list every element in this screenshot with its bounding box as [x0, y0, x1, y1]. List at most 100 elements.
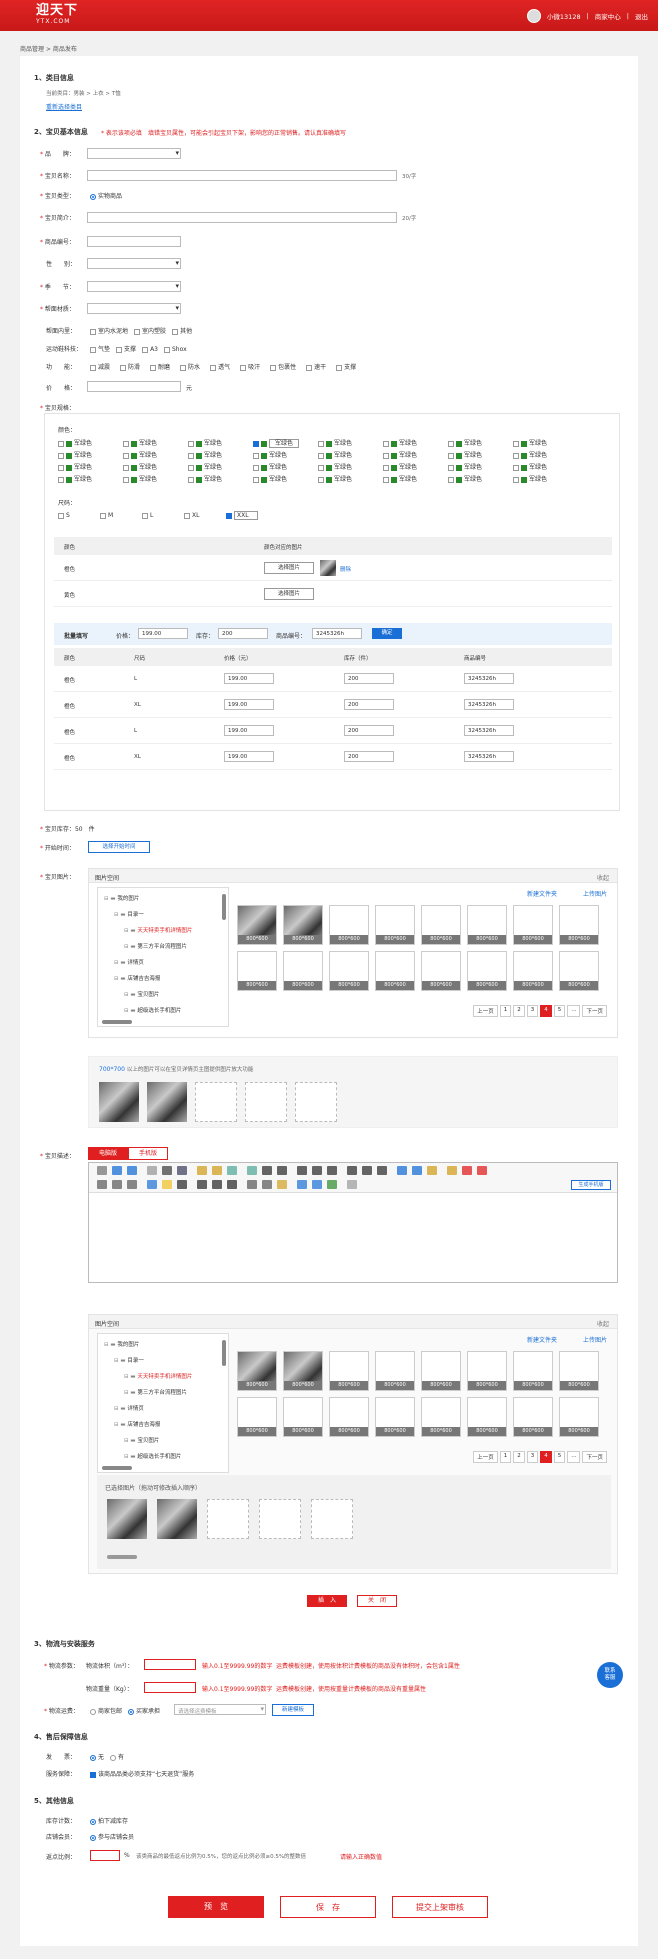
tree-node[interactable]: ⊟ ▬ 店铺吉吉海报: [114, 1420, 160, 1428]
gallery-thumb[interactable]: 800*600: [421, 1397, 461, 1437]
gallery-thumb[interactable]: 800*600: [559, 951, 599, 991]
gallery-thumb[interactable]: 800*600: [329, 1351, 369, 1391]
brand-select[interactable]: [87, 148, 181, 159]
color-checkbox[interactable]: [383, 464, 389, 471]
gallery-thumb[interactable]: 800*600: [375, 951, 415, 991]
color-option[interactable]: 军绿色: [123, 474, 157, 483]
toolbar-icon[interactable]: [312, 1166, 322, 1175]
page-link[interactable]: 5: [553, 1451, 566, 1463]
gallery-thumb[interactable]: 800*600: [513, 1351, 553, 1391]
size-option[interactable]: XXL: [226, 511, 258, 520]
color-checkbox[interactable]: [253, 464, 259, 471]
tree-node[interactable]: ⊟ ▬ 宝贝图片: [124, 1436, 159, 1444]
gallery-thumb[interactable]: 800*600: [421, 951, 461, 991]
empty-slot[interactable]: [207, 1499, 249, 1539]
color-option[interactable]: 军绿色: [513, 450, 547, 459]
toolbar-icon[interactable]: [212, 1166, 222, 1175]
color-checkbox[interactable]: [448, 464, 454, 471]
color-option[interactable]: 军绿色: [448, 474, 482, 483]
toolbar-icon[interactable]: [262, 1166, 272, 1175]
toolbar-icon[interactable]: [147, 1166, 157, 1175]
color-checkbox[interactable]: [58, 452, 64, 459]
func-cb-6[interactable]: [240, 364, 247, 371]
color-checkbox[interactable]: [123, 440, 129, 447]
color-checkbox[interactable]: [448, 476, 454, 483]
size-checkbox[interactable]: [58, 512, 64, 519]
color-option[interactable]: 军绿色: [383, 462, 417, 471]
color-checkbox[interactable]: [188, 464, 194, 471]
gallery-thumb[interactable]: 800*600: [467, 1397, 507, 1437]
gallery-thumb[interactable]: 800*600: [513, 905, 553, 945]
color-checkbox[interactable]: [513, 452, 519, 459]
empty-slot[interactable]: [195, 1082, 237, 1122]
choose-pic-button[interactable]: 选择图片: [264, 562, 314, 574]
toolbar-icon[interactable]: [127, 1180, 137, 1189]
delete-link[interactable]: 删除: [340, 565, 351, 573]
color-option[interactable]: 军绿色: [253, 462, 287, 471]
size-checkbox[interactable]: [184, 512, 190, 519]
type-radio[interactable]: [90, 193, 96, 200]
tree-node[interactable]: ⊟ ▬ 超级选长手机图片: [124, 1006, 181, 1014]
batch-confirm-button[interactable]: 确定: [372, 628, 402, 639]
page-link[interactable]: 3: [526, 1005, 539, 1017]
service-checkbox[interactable]: [90, 1771, 96, 1778]
color-checkbox[interactable]: [513, 464, 519, 471]
empty-slot[interactable]: [295, 1082, 337, 1122]
toolbar-icon[interactable]: [127, 1166, 137, 1175]
free-ship-radio[interactable]: [90, 1708, 96, 1715]
close-button[interactable]: 关 闭: [357, 1595, 397, 1607]
sku-input[interactable]: 3245326h: [464, 725, 514, 736]
sku-input[interactable]: 3245326h: [464, 673, 514, 684]
toolbar-icon[interactable]: [197, 1180, 207, 1189]
color-checkbox[interactable]: [123, 452, 129, 459]
member-radio[interactable]: [90, 1834, 96, 1841]
toolbar-icon[interactable]: [162, 1180, 172, 1189]
tree-scrollbar[interactable]: [222, 894, 226, 920]
empty-slot[interactable]: [259, 1499, 301, 1539]
color-checkbox[interactable]: [58, 464, 64, 471]
buyer-pays-radio[interactable]: [128, 1708, 135, 1715]
rebate-input[interactable]: [90, 1850, 120, 1861]
choose-time-button[interactable]: 选择开始时间: [88, 841, 150, 853]
sku-input[interactable]: 199.00: [224, 725, 274, 736]
page-link[interactable]: 2: [513, 1451, 525, 1463]
tree-node[interactable]: ⊟ ▬ 目录一: [114, 910, 144, 918]
volume-input[interactable]: [144, 1659, 196, 1670]
tab-pc[interactable]: 电脑版: [88, 1147, 128, 1160]
tree-node[interactable]: ⊟ ▬ 详情页: [114, 1404, 144, 1412]
color-option[interactable]: 军绿色: [253, 474, 287, 483]
invoice-no-radio[interactable]: [90, 1754, 96, 1761]
tree-hscrollbar[interactable]: [102, 1466, 132, 1470]
seller-center-link[interactable]: 商家中心: [595, 11, 621, 21]
tree-node[interactable]: ⊟ ▬ 店铺吉吉海报: [114, 974, 160, 982]
color-checkbox[interactable]: [318, 440, 324, 447]
func-cb-1[interactable]: [90, 364, 96, 371]
selected-image[interactable]: [157, 1499, 197, 1539]
toolbar-icon[interactable]: [247, 1166, 257, 1175]
toolbar-icon[interactable]: [362, 1166, 372, 1175]
color-checkbox[interactable]: [318, 464, 324, 471]
gallery-thumb[interactable]: 800*600: [513, 1397, 553, 1437]
color-checkbox[interactable]: [383, 440, 389, 447]
toolbar-icon[interactable]: [162, 1166, 172, 1175]
toolbar-icon[interactable]: [297, 1180, 307, 1189]
toolbar-icon[interactable]: [112, 1180, 122, 1189]
color-option[interactable]: 军绿色: [123, 450, 157, 459]
reselect-category-link[interactable]: 重新选择类目: [46, 102, 82, 111]
func-cb-9[interactable]: [336, 364, 343, 371]
page-link[interactable]: 1: [499, 1005, 512, 1017]
intro-input[interactable]: [87, 212, 397, 223]
size-checkbox[interactable]: [142, 512, 148, 519]
sku-input[interactable]: 3245326h: [464, 751, 514, 762]
gallery-thumb[interactable]: 800*600: [421, 905, 461, 945]
color-option[interactable]: 军绿色: [123, 462, 157, 471]
size-option[interactable]: S: [58, 512, 70, 519]
batch-code-input[interactable]: 3245326h: [312, 628, 362, 639]
gallery-thumb[interactable]: 800*600: [329, 905, 369, 945]
tree-scrollbar[interactable]: [222, 1340, 226, 1366]
toolbar-icon[interactable]: [147, 1180, 157, 1189]
toolbar-icon[interactable]: [197, 1166, 207, 1175]
sport-cb-3[interactable]: [142, 346, 149, 353]
size-option[interactable]: XL: [184, 512, 199, 519]
tree-node[interactable]: ⊟ ▬ 第三方平台流程图片: [124, 1388, 187, 1396]
